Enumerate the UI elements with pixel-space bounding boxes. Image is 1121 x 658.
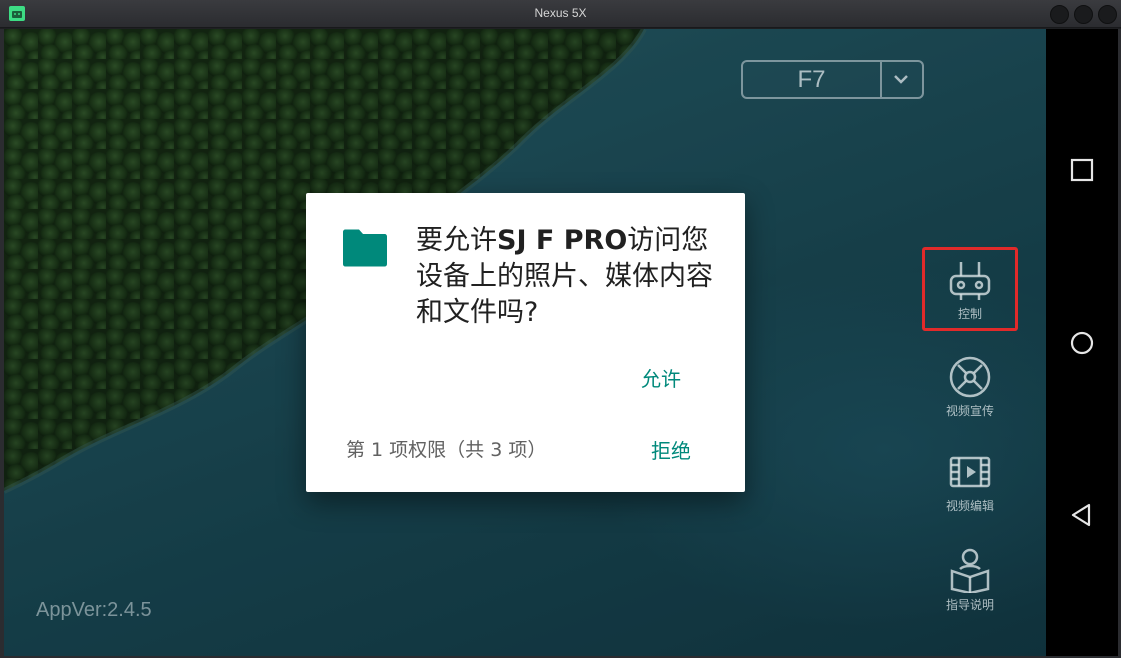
model-selector[interactable]: F7 [741,60,924,99]
allow-button[interactable]: 允许 [641,363,681,392]
minimize-button[interactable] [1050,5,1069,24]
app-version: AppVer:2.4.5 [36,599,152,621]
model-selector-value: F7 [797,66,826,93]
permission-counter: 第 1 项权限（共 3 项） [346,439,547,461]
square-recents-icon[interactable] [1069,157,1095,183]
menu-item-guide[interactable]: 指导说明 [922,547,1018,613]
film-play-icon [949,456,991,488]
menu-item-control[interactable]: 控制 [922,247,1018,331]
menu-item-label: 控制 [957,307,982,321]
permission-dialog: 要允许SJ F PRO访问您设备上的照片、媒体内容和文件吗? 允许 第 1 项权… [306,193,745,492]
maximize-button[interactable] [1074,5,1093,24]
deny-button[interactable]: 拒绝 [651,435,691,464]
circle-home-icon[interactable] [1069,330,1095,356]
permission-message: 要允许SJ F PRO访问您设备上的照片、媒体内容和文件吗? [416,223,716,331]
remote-controller-icon [949,262,991,300]
user-guide-icon [950,548,990,593]
model-selector-divider [880,62,882,97]
menu-item-label: 视频宣传 [945,404,994,418]
message-prefix: 要允许 [416,225,497,256]
app-name: SJ F PRO [497,225,628,256]
android-nav-bar [1046,29,1118,656]
menu-item-label: 指导说明 [945,598,994,612]
triangle-back-icon[interactable] [1069,502,1095,528]
chevron-down-icon[interactable] [892,73,910,85]
menu-item-video-edit[interactable]: 视频编辑 [922,450,1018,514]
window-title: Nexus 5X [534,6,587,20]
menu-item-label: 视频编辑 [945,499,994,513]
drone-propeller-icon [949,356,991,398]
close-button[interactable] [1098,5,1117,24]
menu-item-video-promo[interactable]: 视频宣传 [922,355,1018,419]
app-screen: F7 控制 视频宣传 视频编辑 指导说明 AppVer:2.4.5 要允许SJ … [4,29,1046,656]
folder-icon [343,229,387,267]
emulator-title-bar: Nexus 5X [0,0,1121,28]
